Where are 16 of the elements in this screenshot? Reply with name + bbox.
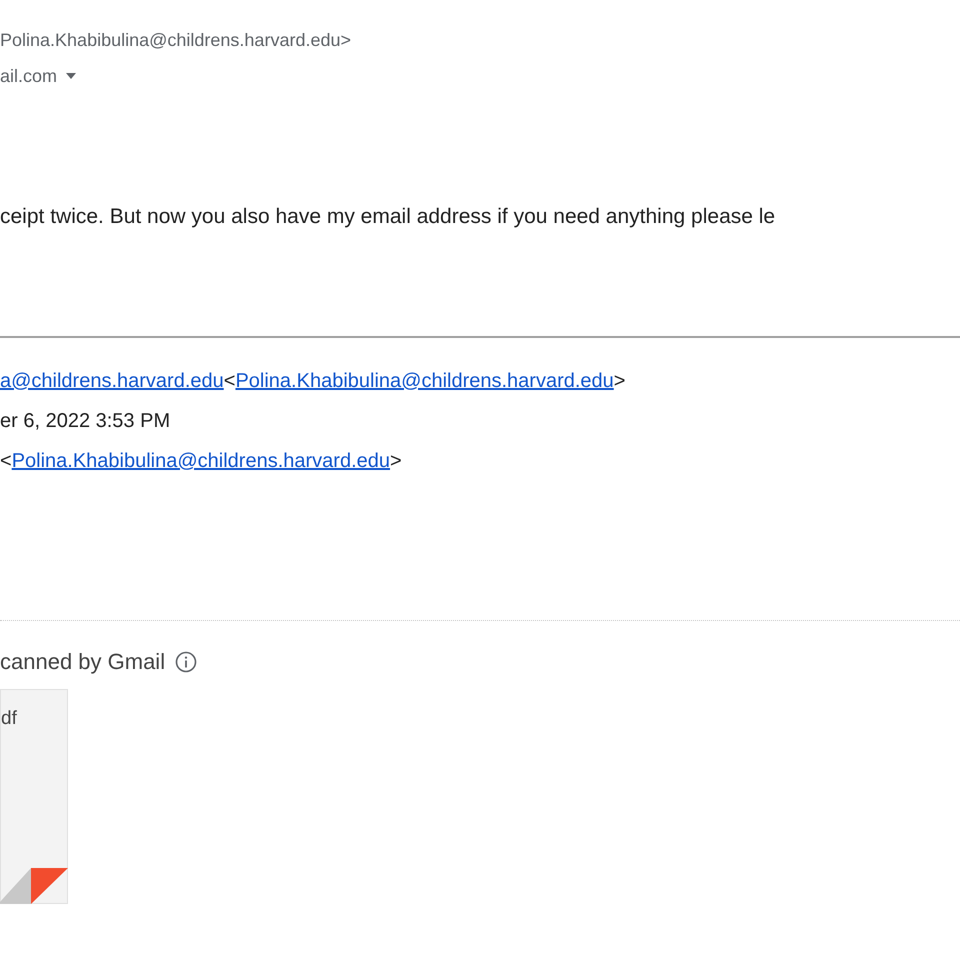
bracket-text: >	[390, 449, 402, 474]
bracket-text: >	[614, 369, 626, 394]
email-link[interactable]: Polina.Khabibulina@childrens.harvard.edu	[235, 368, 614, 394]
folded-corner-icon	[0, 868, 68, 904]
info-icon[interactable]	[175, 651, 198, 673]
file-name: df	[1, 708, 17, 730]
scan-notice: canned by Gmail	[0, 648, 166, 676]
bracket-text: <	[224, 369, 236, 394]
sender-address: Polina.Khabibulina@childrens.harvard.edu>	[0, 29, 351, 51]
email-link[interactable]: Polina.Khabibulina@childrens.harvard.edu	[12, 448, 390, 474]
sent-date: er 6, 2022 3:53 PM	[0, 409, 170, 434]
email-link[interactable]: a@childrens.harvard.edu	[0, 368, 224, 394]
attachment-card[interactable]: df	[0, 689, 68, 904]
recipient-address: ail.com	[0, 65, 58, 87]
bracket-text: <	[0, 449, 12, 474]
message-text: ceipt twice. But now you also have my email address if you need anything please le	[0, 204, 776, 230]
